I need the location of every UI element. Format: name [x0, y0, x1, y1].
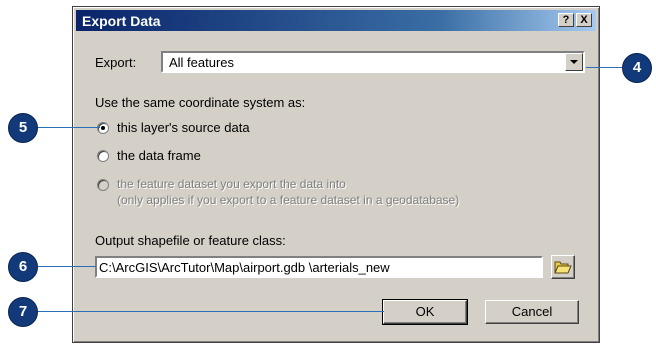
- help-button[interactable]: ?: [558, 13, 574, 27]
- callout-4: 4: [622, 53, 652, 83]
- radio-source-data[interactable]: [97, 122, 109, 134]
- radio-feature-dataset: [97, 179, 109, 191]
- radio-feature-dataset-label: the feature dataset you export the data …: [117, 177, 346, 191]
- title-bar[interactable]: Export Data ? X: [76, 10, 596, 31]
- radio-data-frame-label: the data frame: [117, 148, 201, 163]
- output-path-value: C:\ArcGIS\ArcTutor\Map\airport.gdb \arte…: [99, 260, 390, 275]
- export-dropdown[interactable]: All features: [161, 51, 585, 73]
- coordinate-heading: Use the same coordinate system as:: [95, 95, 306, 110]
- callout-5: 5: [8, 113, 38, 143]
- radio-feature-dataset-sublabel: (only applies if you export to a feature…: [117, 193, 460, 207]
- browse-button[interactable]: [551, 255, 575, 279]
- ok-button[interactable]: OK: [382, 299, 468, 325]
- cancel-button[interactable]: Cancel: [485, 300, 579, 324]
- callout-5-leader: [34, 127, 100, 128]
- export-selected-value: All features: [169, 55, 235, 70]
- close-button[interactable]: X: [576, 13, 592, 27]
- callout-7-leader: [34, 311, 384, 312]
- output-path-field[interactable]: C:\ArcGIS\ArcTutor\Map\airport.gdb \arte…: [95, 256, 543, 278]
- open-folder-icon: [554, 261, 572, 274]
- output-label: Output shapefile or feature class:: [95, 233, 286, 248]
- radio-data-frame[interactable]: [97, 150, 109, 162]
- export-data-dialog: Export Data ? X Export: All features Use…: [72, 6, 600, 343]
- export-label: Export:: [95, 55, 137, 70]
- chevron-down-icon[interactable]: [565, 53, 583, 71]
- callout-7: 7: [8, 297, 38, 327]
- dialog-title: Export Data: [82, 13, 161, 29]
- callout-6: 6: [8, 252, 38, 282]
- callout-6-leader: [34, 266, 96, 267]
- radio-source-data-label: this layer's source data: [117, 120, 250, 135]
